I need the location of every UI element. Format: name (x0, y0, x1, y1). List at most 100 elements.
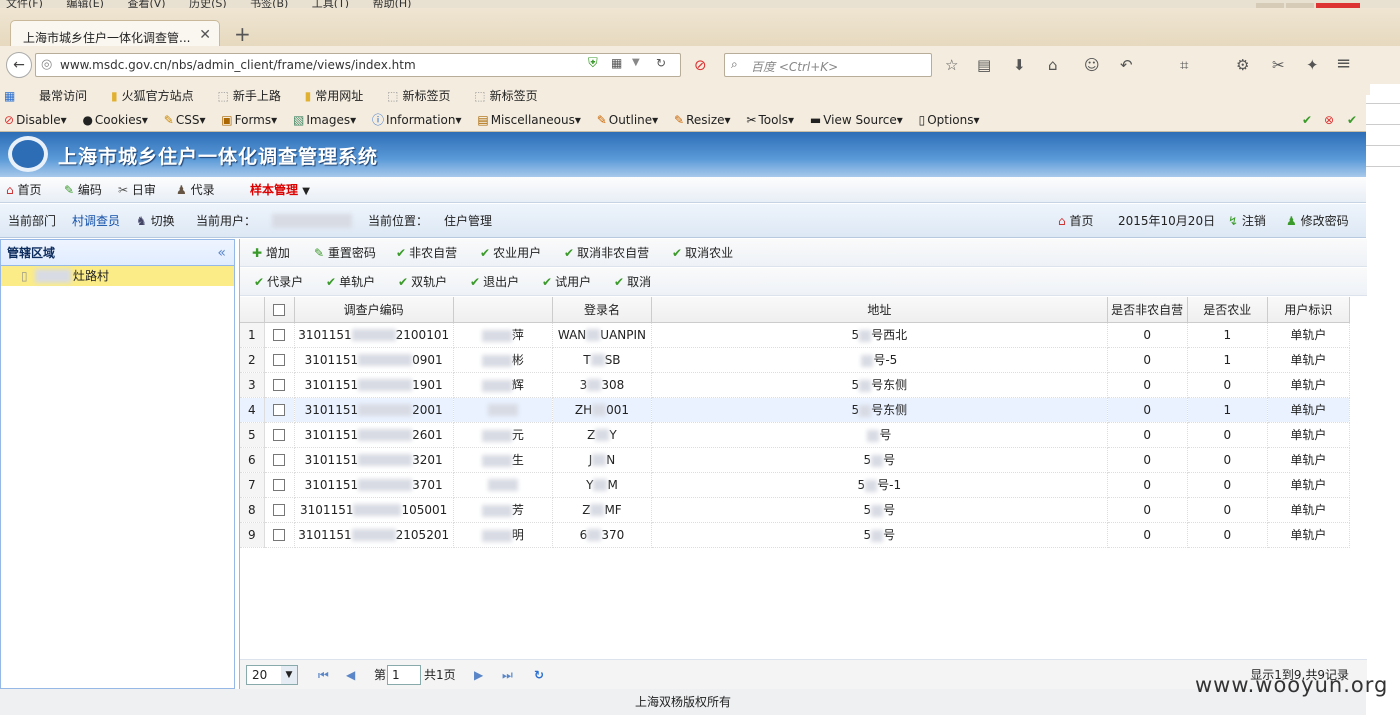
crop-icon[interactable]: ⌗ (1180, 56, 1188, 74)
table-row[interactable]: 5 3101151 2601 元 ZY 号 0 0 单轨户 (240, 422, 1351, 448)
check-icon[interactable]: ✔ (1302, 108, 1312, 132)
webdev-misc[interactable]: Miscellaneous▾ (491, 113, 581, 127)
page-number-input[interactable]: 1 (387, 665, 421, 685)
info-home-link[interactable]: ⌂ 首页 (1058, 204, 1093, 238)
bookmark-newtab-2[interactable]: 新标签页 (490, 89, 538, 103)
block-icon[interactable]: ⊘ (694, 56, 707, 74)
tools-icon[interactable]: ✂ (1272, 56, 1285, 74)
table-row[interactable]: 2 3101151 0901 彬 T SB 号-5 0 1 单轨户 (240, 347, 1351, 373)
collapse-icon[interactable]: « (217, 240, 226, 266)
tree-node-village[interactable]: ▯ 灶路村 (1, 266, 234, 286)
table-row[interactable]: 4 3101151 2001 ZH 001 5 号东侧 0 1 单轨户 (240, 397, 1351, 423)
hamburger-menu-icon[interactable]: ≡ (1336, 53, 1351, 74)
menu-code[interactable]: ✎ 编码 (64, 177, 102, 203)
error-icon[interactable]: ⊗ (1324, 108, 1334, 132)
menu-daily[interactable]: ✂ 日审 (118, 177, 156, 203)
table-row[interactable]: 3 3101151 1901 辉 3 308 5 号东侧 0 0 单轨户 (240, 372, 1351, 398)
star-icon[interactable]: ☆ (945, 56, 958, 74)
row-checkbox[interactable] (273, 404, 286, 416)
table-row[interactable]: 8 3101151 105001 芳 Z MF 5号 0 0 单轨户 (240, 497, 1351, 523)
reader-icon[interactable]: ▤ (977, 56, 991, 74)
menu-help[interactable]: 帮助(H) (373, 0, 412, 8)
trial-household-button[interactable]: ✔ 试用户 (542, 268, 591, 296)
webdev-images[interactable]: Images▾ (306, 113, 356, 127)
add-button[interactable]: ✚ 增加 (252, 239, 290, 267)
bookmark-getting-started[interactable]: 新手上路 (233, 89, 281, 103)
exit-household-button[interactable]: ✔ 退出户 (470, 268, 519, 296)
last-page-icon[interactable]: ⏭ (502, 660, 513, 690)
change-password-link[interactable]: ♟ 修改密码 (1286, 204, 1349, 238)
row-checkbox[interactable] (273, 504, 286, 516)
refresh-icon[interactable]: ↻ (534, 660, 544, 690)
col-tag[interactable]: 用户标识 (1267, 297, 1351, 323)
col-address[interactable]: 地址 (651, 297, 1108, 323)
dropdown-arrow-icon[interactable]: ▼ (632, 57, 640, 68)
cancel-nonfarm-button[interactable]: ✔ 取消非农自营 (564, 239, 649, 267)
reset-password-button[interactable]: ✎ 重置密码 (314, 239, 376, 267)
menu-bookmarks[interactable]: 书签(B) (250, 0, 288, 8)
new-tab-icon[interactable]: + (234, 22, 251, 46)
menu-sample[interactable]: 样本管理 ▼ (250, 177, 310, 205)
webdev-options[interactable]: Options▾ (927, 113, 979, 127)
undo-icon[interactable]: ↶ (1120, 56, 1133, 74)
nonfarm-button[interactable]: ✔ 非农自营 (396, 239, 457, 267)
url-bar[interactable]: ◎ www.msdc.gov.cn/nbs/admin_client/frame… (35, 53, 681, 77)
webdev-resize[interactable]: Resize▾ (686, 113, 730, 127)
menu-history[interactable]: 历史(S) (189, 0, 227, 8)
menu-file[interactable]: 文件(F) (6, 0, 43, 8)
first-page-icon[interactable]: ⏮ (318, 660, 329, 690)
table-row[interactable]: 1 3101151 2100101 萍 WAN UANPIN 5 号西北 0 1 单轨… (240, 322, 1351, 348)
webdev-disable[interactable]: Disable▾ (16, 113, 67, 127)
qrcode-icon[interactable]: ▦ (611, 56, 622, 70)
download-icon[interactable]: ⬇ (1013, 56, 1026, 74)
row-checkbox[interactable] (273, 529, 286, 541)
menu-tools[interactable]: 工具(T) (312, 0, 349, 8)
check-icon[interactable]: ✔ (1347, 108, 1357, 132)
col-code[interactable]: 调查户编码 (294, 297, 454, 323)
puzzle-icon[interactable]: ✦ (1306, 56, 1319, 74)
select-all-checkbox[interactable] (273, 303, 286, 316)
back-icon[interactable]: ← (6, 52, 32, 78)
logout-link[interactable]: ↯ 注销 (1228, 204, 1266, 238)
row-checkbox[interactable] (273, 454, 286, 466)
bookmark-newtab-1[interactable]: 新标签页 (402, 89, 450, 103)
shield-icon[interactable]: ⛨ (588, 56, 598, 71)
webdev-forms[interactable]: Forms▾ (235, 113, 278, 127)
close-icon[interactable]: ✕ (199, 27, 211, 43)
table-row[interactable]: 7 3101151 3701 YM 5 号-1 0 0 单轨户 (240, 472, 1351, 498)
menu-record[interactable]: ♟ 代录 (176, 177, 215, 203)
page-size-select[interactable]: 20 ▼ (246, 665, 298, 685)
webdev-information[interactable]: Information▾ (386, 113, 462, 127)
bookmark-firefox[interactable]: 火狐官方站点 (122, 89, 194, 103)
row-checkbox[interactable] (273, 479, 286, 491)
bookmark-common-sites[interactable]: 常用网址 (315, 89, 363, 103)
reload-icon[interactable]: ↻ (656, 56, 666, 70)
table-row[interactable]: 9 3101151 2105201 明 6 370 5号 0 0 单轨户 (240, 522, 1351, 548)
menu-home[interactable]: ⌂ 首页 (6, 177, 41, 203)
chevron-down-icon[interactable]: ▼ (281, 666, 297, 684)
row-checkbox[interactable] (273, 329, 286, 341)
proxy-household-button[interactable]: ✔ 代录户 (254, 268, 303, 296)
menu-edit[interactable]: 编辑(E) (66, 0, 104, 8)
webdev-cookies[interactable]: Cookies▾ (95, 113, 148, 127)
row-checkbox[interactable] (273, 429, 286, 441)
home-icon[interactable]: ⌂ (1048, 56, 1058, 74)
bookmark-most-visited[interactable]: 最常访问 (39, 89, 87, 103)
col-name[interactable] (453, 297, 553, 323)
row-checkbox[interactable] (273, 354, 286, 366)
col-login[interactable]: 登录名 (552, 297, 653, 323)
webdev-view-source[interactable]: View Source▾ (823, 113, 903, 127)
chat-icon[interactable]: ☺ (1084, 56, 1100, 74)
webdev-tools[interactable]: Tools▾ (758, 113, 794, 127)
table-row[interactable]: 6 3101151 3201 生 JN 5号 0 0 单轨户 (240, 447, 1351, 473)
webdev-css[interactable]: CSS▾ (176, 113, 206, 127)
dual-track-button[interactable]: ✔ 双轨户 (398, 268, 447, 296)
col-nonfarm[interactable]: 是否非农自营 (1107, 297, 1188, 323)
cancel-farm-button[interactable]: ✔ 取消农业 (672, 239, 733, 267)
browser-tab[interactable]: 上海市城乡住户一体化调查管... ✕ (10, 20, 220, 48)
farm-user-button[interactable]: ✔ 农业用户 (480, 239, 541, 267)
row-checkbox[interactable] (273, 379, 286, 391)
search-input[interactable]: ⌕ 百度 <Ctrl+K> (724, 53, 932, 77)
single-track-button[interactable]: ✔ 单轨户 (326, 268, 375, 296)
switch-button[interactable]: ♞ 切换 (136, 204, 175, 238)
